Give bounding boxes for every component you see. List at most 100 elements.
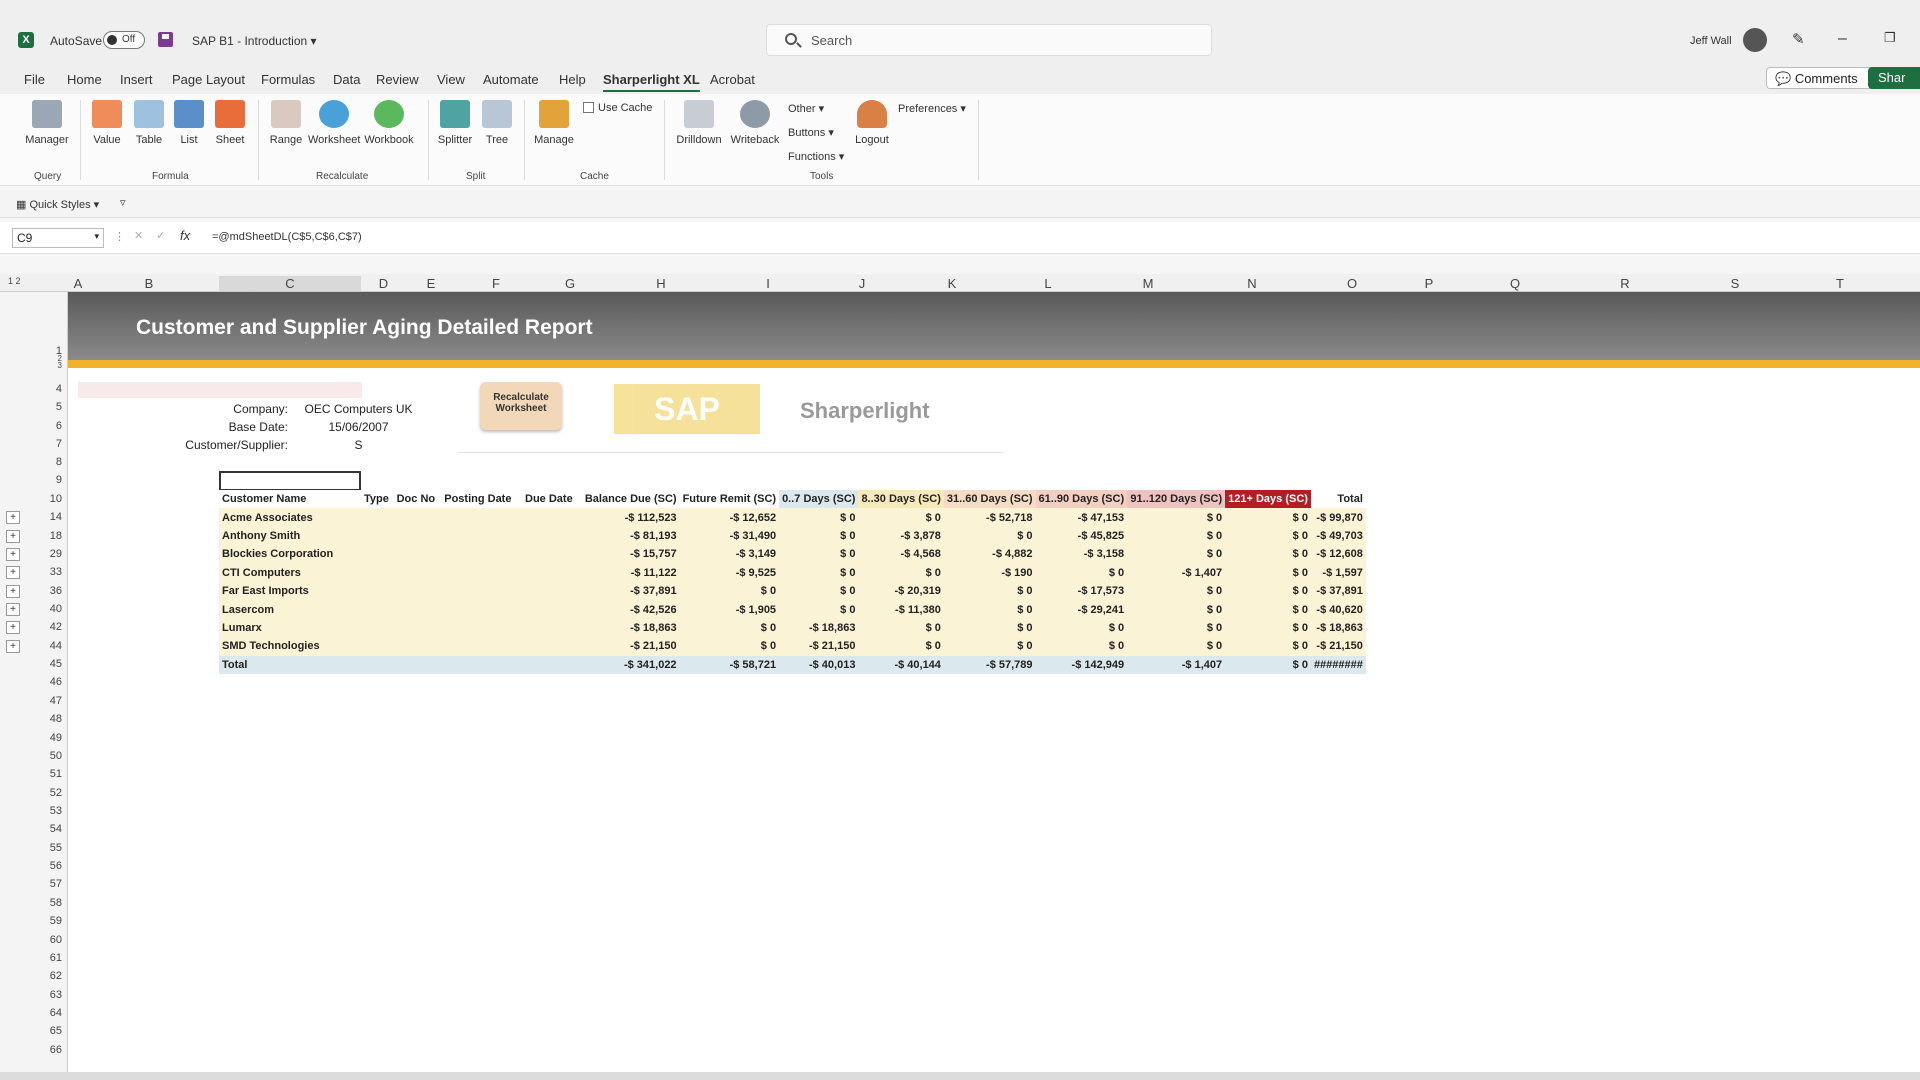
table-cell[interactable]: -$ 21,150 [581,637,680,656]
table-cell[interactable] [391,563,440,582]
table-cell[interactable]: $ 0 [1127,526,1226,546]
table-cell[interactable]: -$ 37,891 [581,581,680,601]
table-cell[interactable] [391,600,440,619]
table-cell[interactable]: $ 0 [1225,563,1311,582]
selected-cell-c9[interactable] [219,471,361,491]
column-header[interactable]: O [1306,276,1398,291]
row-header[interactable]: 62 [40,970,62,982]
column-header[interactable]: T [1790,276,1890,291]
table-cell[interactable]: CTI Computers [219,563,361,582]
table-cell[interactable] [515,526,582,546]
customize-arrow-icon[interactable]: ▿ [120,196,126,209]
row-header[interactable]: 8 [40,456,62,468]
column-header-cell[interactable]: Balance Due (SC) [581,490,680,509]
tab-view[interactable]: View [437,72,465,87]
table-cell[interactable]: Far East Imports [219,581,361,601]
column-header[interactable]: F [456,276,536,291]
row-header[interactable]: 40 [40,603,62,615]
table-cell[interactable]: -$ 190 [943,563,1036,582]
table-cell[interactable]: -$ 57,789 [943,655,1036,674]
preferences-dropdown[interactable]: Preferences ▾ [898,102,966,115]
row-header[interactable]: 18 [40,530,62,542]
table-cell[interactable] [439,545,516,564]
table-cell[interactable] [515,637,582,656]
workbook-button[interactable]: Workbook [364,100,414,146]
table-cell[interactable]: $ 0 [1035,563,1128,582]
table-cell[interactable] [515,545,582,564]
expand-group-button[interactable]: + [6,640,20,653]
table-cell[interactable]: $ 0 [1225,637,1311,656]
table-cell[interactable]: Lasercom [219,600,361,619]
table-cell[interactable]: -$ 18,863 [1310,618,1366,638]
table-cell[interactable]: -$ 40,620 [1310,600,1366,619]
expand-group-button[interactable]: + [6,530,20,543]
column-header-cell[interactable]: Posting Date [439,490,516,509]
row-header[interactable]: 59 [40,915,62,927]
tab-acrobat[interactable]: Acrobat [710,72,755,87]
column-header[interactable]: S [1680,276,1790,291]
row-header[interactable]: 36 [40,585,62,597]
table-cell[interactable] [515,655,582,674]
tab-sharperlight-xl[interactable]: Sharperlight XL [603,72,700,92]
table-cell[interactable]: -$ 21,150 [779,637,859,656]
table-cell[interactable] [515,600,582,619]
table-cell[interactable]: $ 0 [779,581,859,601]
column-header-cell[interactable]: Due Date [515,490,582,509]
row-header[interactable]: 54 [40,823,62,835]
save-icon[interactable] [158,32,173,47]
formula-input[interactable]: =@mdSheetDL(C$5,C$6,C$7) [212,231,362,243]
row-header[interactable]: 3 [40,361,62,370]
table-cell[interactable]: $ 0 [943,526,1036,546]
logout-button[interactable]: Logout [850,100,894,146]
table-cell[interactable] [361,618,392,638]
table-cell[interactable]: Total [219,655,361,674]
expand-group-button[interactable]: + [6,621,20,634]
value-button[interactable]: Value [90,100,124,146]
column-header[interactable]: G [536,276,604,291]
tab-insert[interactable]: Insert [120,72,153,87]
table-cell[interactable]: $ 0 [1127,545,1226,564]
tab-review[interactable]: Review [376,72,419,87]
pen-icon[interactable]: ✎ [1792,30,1805,48]
company-value[interactable]: OEC Computers UK [296,402,421,416]
outline-level-buttons[interactable]: 1 2 [8,276,21,286]
minimize-button[interactable]: – [1838,30,1847,48]
row-header[interactable]: 53 [40,805,62,817]
table-cell[interactable]: $ 0 [779,526,859,546]
table-cell[interactable]: -$ 1,407 [1127,563,1226,582]
share-button[interactable]: Shar [1868,67,1920,89]
row-header[interactable]: 14 [40,511,62,523]
row-header[interactable]: 10 [40,493,62,505]
table-cell[interactable]: $ 0 [1035,618,1128,638]
manager-button[interactable]: Manager [22,100,72,146]
range-button[interactable]: Range [266,100,306,146]
column-header[interactable]: K [906,276,998,291]
table-cell[interactable]: -$ 142,949 [1035,655,1128,674]
table-cell[interactable] [515,581,582,601]
table-cell[interactable]: $ 0 [679,618,780,638]
table-cell[interactable] [391,655,440,674]
column-header-cell[interactable]: 61..90 Days (SC) [1035,490,1128,509]
table-cell[interactable]: -$ 47,153 [1035,508,1128,527]
table-cell[interactable]: $ 0 [679,637,780,656]
column-header-cell[interactable]: Total [1310,490,1366,509]
table-cell[interactable] [439,637,516,656]
manage-cache-button[interactable]: Manage [531,100,577,146]
row-header[interactable]: 46 [40,676,62,688]
table-cell[interactable]: -$ 18,863 [581,618,680,638]
row-header[interactable]: 57 [40,878,62,890]
tab-file[interactable]: File [24,72,45,87]
worksheet-button[interactable]: Worksheet [308,100,360,146]
row-header[interactable]: 51 [40,768,62,780]
table-cell[interactable]: $ 0 [858,618,944,638]
table-cell[interactable]: -$ 112,523 [581,508,680,527]
row-header[interactable]: 42 [40,621,62,633]
row-header[interactable]: 52 [40,787,62,799]
table-cell[interactable]: $ 0 [943,637,1036,656]
table-cell[interactable] [361,655,392,674]
row-header[interactable]: 29 [40,548,62,560]
table-cell[interactable]: -$ 341,022 [581,655,680,674]
table-cell[interactable]: -$ 1,407 [1127,655,1226,674]
comments-button[interactable]: 💬 Comments [1766,67,1878,89]
column-header[interactable]: L [998,276,1098,291]
